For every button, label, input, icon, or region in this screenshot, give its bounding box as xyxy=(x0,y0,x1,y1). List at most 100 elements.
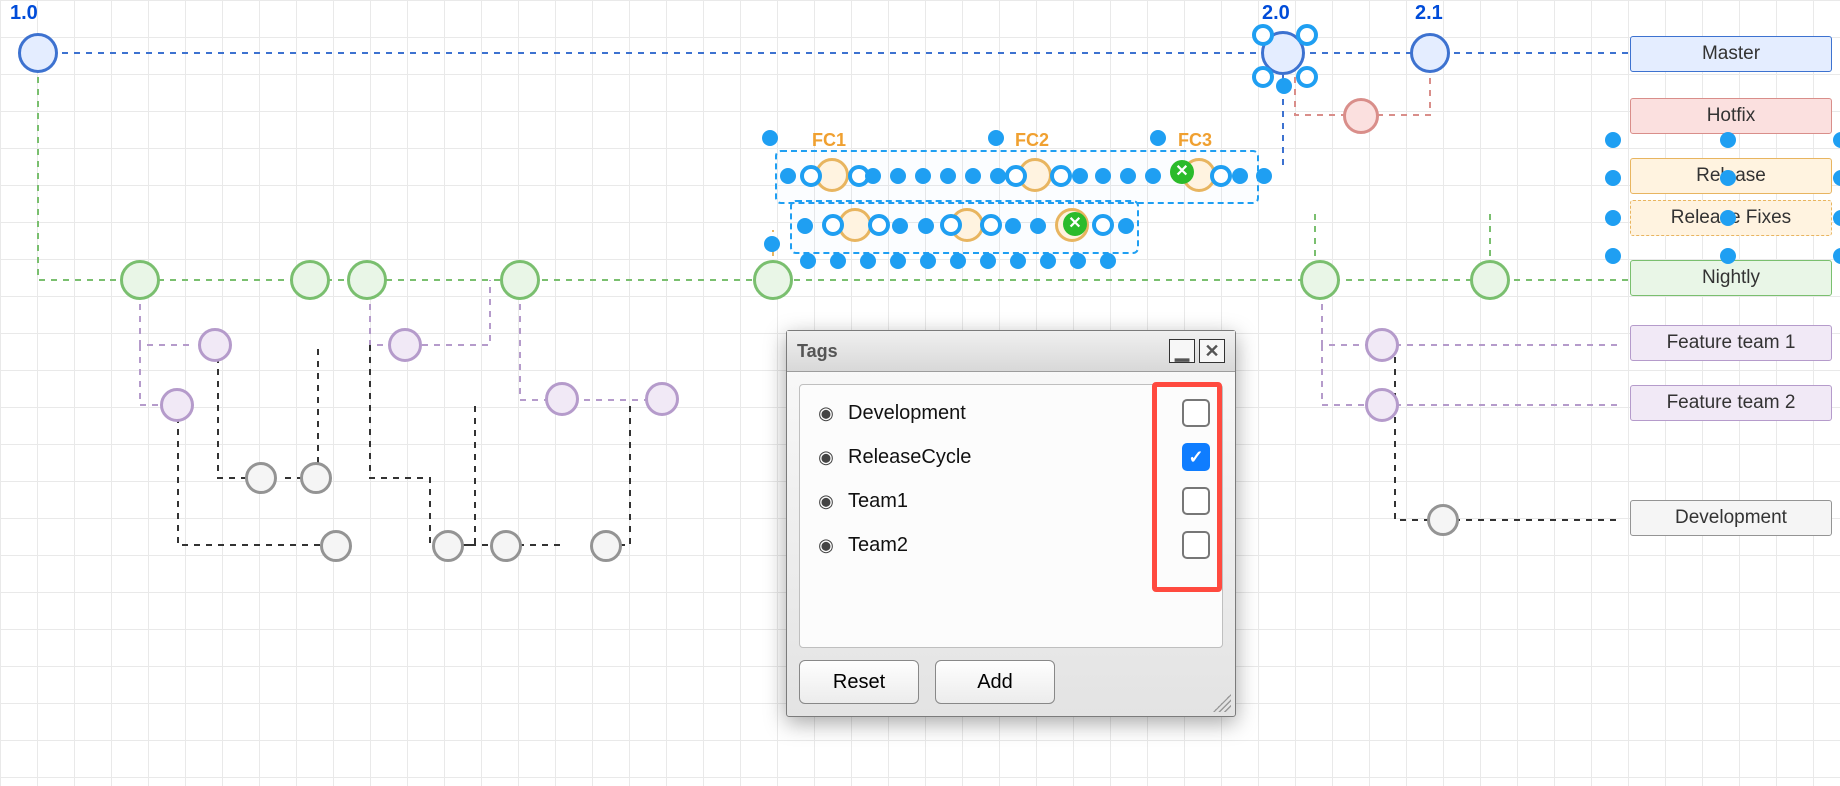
selection-handle[interactable] xyxy=(915,168,931,184)
nightly-commit[interactable] xyxy=(120,260,160,300)
selection-handle[interactable] xyxy=(1296,66,1318,88)
selection-handle[interactable] xyxy=(822,214,844,236)
selection-handle[interactable] xyxy=(1256,168,1272,184)
nightly-commit[interactable] xyxy=(500,260,540,300)
selection-handle[interactable] xyxy=(1120,168,1136,184)
development-commit[interactable] xyxy=(1427,504,1459,536)
legend-master[interactable]: Master xyxy=(1630,36,1832,72)
selection-handle[interactable] xyxy=(940,214,962,236)
visibility-icon[interactable]: ◉ xyxy=(812,491,840,512)
selection-handle[interactable] xyxy=(1605,210,1621,226)
visibility-icon[interactable]: ◉ xyxy=(812,403,840,424)
selection-handle[interactable] xyxy=(1605,248,1621,264)
close-button[interactable]: ✕ xyxy=(1199,339,1225,363)
selection-handle[interactable] xyxy=(1040,253,1056,269)
selection-handle[interactable] xyxy=(800,165,822,187)
selection-handle[interactable] xyxy=(1050,165,1072,187)
selection-handle[interactable] xyxy=(1092,214,1114,236)
development-commit[interactable] xyxy=(320,530,352,562)
selection-handle[interactable] xyxy=(1605,170,1621,186)
legend-feature-team-1[interactable]: Feature team 1 xyxy=(1630,325,1832,361)
selection-handle[interactable] xyxy=(1252,24,1274,46)
development-commit[interactable] xyxy=(300,462,332,494)
selection-handle[interactable] xyxy=(830,253,846,269)
selection-handle[interactable] xyxy=(1252,66,1274,88)
diagram-canvas[interactable]: 1.0 2.0 2.1 FC1 FC2 FC3 ✕ ✕ xyxy=(0,0,1840,786)
team2-commit[interactable] xyxy=(545,382,579,416)
selection-handle[interactable] xyxy=(892,218,908,234)
selection-handle[interactable] xyxy=(860,253,876,269)
selection-handle[interactable] xyxy=(762,130,778,146)
selection-handle[interactable] xyxy=(780,168,796,184)
selection-handle[interactable] xyxy=(1720,170,1736,186)
tag-checkbox-team2[interactable] xyxy=(1182,531,1210,559)
selection-handle[interactable] xyxy=(890,168,906,184)
tag-checkbox-releasecycle[interactable]: ✓ xyxy=(1182,443,1210,471)
selection-handle[interactable] xyxy=(800,253,816,269)
selection-handle[interactable] xyxy=(1070,253,1086,269)
hotfix-commit[interactable] xyxy=(1343,98,1379,134)
selection-handle[interactable] xyxy=(1605,132,1621,148)
selection-handle[interactable] xyxy=(890,253,906,269)
tag-row-team1[interactable]: ◉ Team1 xyxy=(806,479,1216,523)
selection-handle[interactable] xyxy=(965,168,981,184)
legend-development[interactable]: Development xyxy=(1630,500,1832,536)
selection-handle[interactable] xyxy=(950,253,966,269)
selection-handle[interactable] xyxy=(1720,132,1736,148)
selection-handle[interactable] xyxy=(980,214,1002,236)
development-commit[interactable] xyxy=(245,462,277,494)
legend-feature-team-2[interactable]: Feature team 2 xyxy=(1630,385,1832,421)
tag-checkbox-team1[interactable] xyxy=(1182,487,1210,515)
selection-handle[interactable] xyxy=(1010,253,1026,269)
legend-nightly[interactable]: Nightly xyxy=(1630,260,1832,296)
selection-handle[interactable] xyxy=(940,168,956,184)
selection-handle[interactable] xyxy=(1232,168,1248,184)
legend-hotfix[interactable]: Hotfix xyxy=(1630,98,1832,134)
selection-handle[interactable] xyxy=(1072,168,1088,184)
minimize-button[interactable]: ▁ xyxy=(1169,339,1195,363)
team2-commit[interactable] xyxy=(645,382,679,416)
tag-row-team2[interactable]: ◉ Team2 xyxy=(806,523,1216,567)
development-commit[interactable] xyxy=(490,530,522,562)
tags-panel[interactable]: Tags ▁ ✕ ◉ Development ◉ ReleaseCycle ✓ … xyxy=(786,330,1236,717)
nightly-commit[interactable] xyxy=(1300,260,1340,300)
visibility-icon[interactable]: ◉ xyxy=(812,535,840,556)
master-commit-1-0[interactable] xyxy=(18,33,58,73)
reset-button[interactable]: Reset xyxy=(799,660,919,704)
selection-handle[interactable] xyxy=(865,168,881,184)
selection-handle[interactable] xyxy=(1095,168,1111,184)
selection-handle[interactable] xyxy=(1276,78,1292,94)
selection-handle[interactable] xyxy=(1100,253,1116,269)
selection-handle[interactable] xyxy=(1720,210,1736,226)
team1-commit[interactable] xyxy=(388,328,422,362)
selection-handle[interactable] xyxy=(1296,24,1318,46)
tags-panel-titlebar[interactable]: Tags ▁ ✕ xyxy=(787,331,1235,372)
selection-handle[interactable] xyxy=(1005,165,1027,187)
team1-commit[interactable] xyxy=(1365,328,1399,362)
selection-handle[interactable] xyxy=(988,130,1004,146)
selection-handle[interactable] xyxy=(1030,218,1046,234)
selection-handle[interactable] xyxy=(797,218,813,234)
selection-handle[interactable] xyxy=(1145,168,1161,184)
selection-handle[interactable] xyxy=(1118,218,1134,234)
nightly-commit[interactable] xyxy=(347,260,387,300)
development-commit[interactable] xyxy=(590,530,622,562)
tag-row-development[interactable]: ◉ Development xyxy=(806,391,1216,435)
team1-commit[interactable] xyxy=(198,328,232,362)
nightly-commit[interactable] xyxy=(290,260,330,300)
nightly-commit[interactable] xyxy=(1470,260,1510,300)
selection-handle[interactable] xyxy=(764,236,780,252)
development-commit[interactable] xyxy=(432,530,464,562)
tag-checkbox-development[interactable] xyxy=(1182,399,1210,427)
selection-handle[interactable] xyxy=(990,168,1006,184)
selection-handle[interactable] xyxy=(1210,165,1232,187)
selection-handle[interactable] xyxy=(1150,130,1166,146)
selection-handle[interactable] xyxy=(980,253,996,269)
add-button[interactable]: Add xyxy=(935,660,1055,704)
master-commit-2-1[interactable] xyxy=(1410,33,1450,73)
selection-handle[interactable] xyxy=(868,214,890,236)
team2-commit[interactable] xyxy=(1365,388,1399,422)
visibility-icon[interactable]: ◉ xyxy=(812,447,840,468)
selection-handle[interactable] xyxy=(1005,218,1021,234)
nightly-commit[interactable] xyxy=(753,260,793,300)
